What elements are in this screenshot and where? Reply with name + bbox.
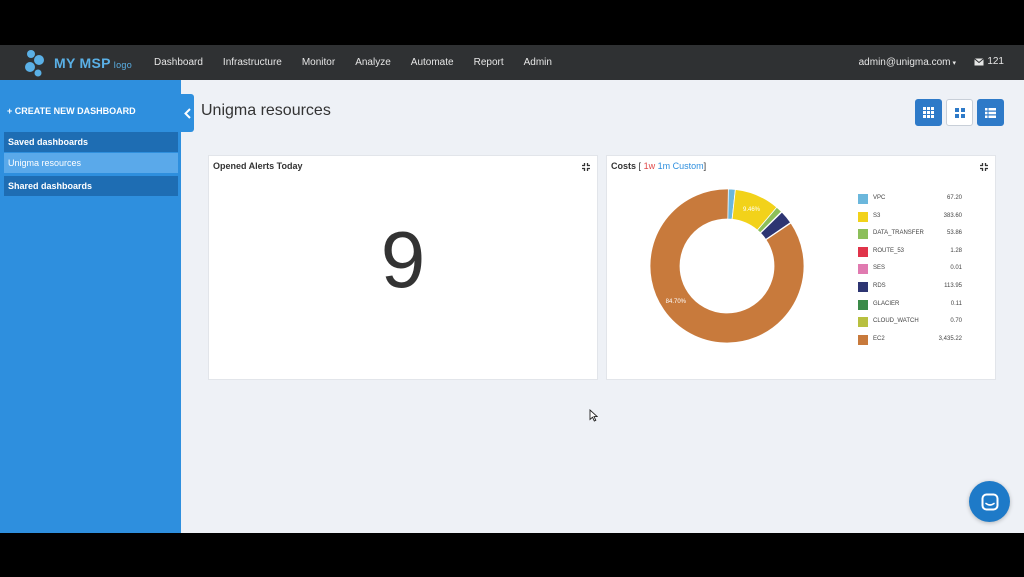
costs-donut-chart: 9.46% 84.70%	[649, 188, 805, 344]
slice-percent-label: 84.70%	[666, 299, 687, 305]
legend-item[interactable]: VPC 67.20	[858, 192, 968, 210]
legend-item[interactable]: RDS 113.95	[858, 280, 968, 298]
range-1m-link[interactable]: 1m	[658, 161, 671, 171]
legend-value: 67.20	[946, 195, 962, 201]
create-dashboard-button[interactable]: + CREATE NEW DASHBOARD	[7, 106, 136, 116]
nav-monitor[interactable]: Monitor	[302, 57, 335, 68]
legend-label: GLACIER	[873, 300, 900, 307]
expand-icon[interactable]	[979, 162, 989, 172]
legend-label: EC2	[873, 335, 885, 342]
main-nav: Dashboard Infrastructure Monitor Analyze…	[154, 45, 572, 80]
top-navbar: MY MSP logo Dashboard Infrastructure Moni…	[0, 45, 1024, 80]
user-email: admin@unigma.com	[858, 57, 951, 68]
legend-swatch	[858, 194, 868, 204]
list-icon	[985, 107, 996, 118]
envelope-icon	[974, 57, 985, 65]
legend-item[interactable]: ROUTE_53 1.28	[858, 245, 968, 263]
user-menu[interactable]: admin@unigma.com ▾	[859, 57, 956, 68]
alerts-count: 9	[380, 215, 426, 304]
nav-report[interactable]: Report	[474, 57, 504, 68]
legend-item[interactable]: GLACIER 0.11	[858, 298, 968, 316]
legend-value: 3,435.22	[938, 335, 962, 342]
sidebar: + CREATE NEW DASHBOARD Saved dashboards …	[0, 80, 181, 533]
legend-swatch	[858, 229, 868, 240]
legend-label: ROUTE_53	[873, 247, 905, 254]
slice-percent-label: 9.46%	[743, 207, 761, 213]
shared-dashboards-header[interactable]: Shared dashboards	[4, 176, 178, 196]
layout-3col-button[interactable]	[915, 99, 942, 126]
range-custom-link[interactable]: Custom	[673, 161, 704, 171]
sidebar-item-unigma-resources[interactable]: Unigma resources	[4, 153, 178, 173]
range-1w-link[interactable]: 1w	[644, 161, 656, 171]
legend-swatch	[858, 334, 868, 345]
legend-value: 53.86	[946, 230, 962, 237]
legend-label: SES	[873, 265, 886, 272]
grid-3x3-icon	[923, 107, 934, 118]
legend-value: 113.95	[944, 282, 962, 289]
expand-icon[interactable]	[581, 162, 591, 172]
logo-icon	[25, 50, 44, 77]
legend-swatch	[858, 281, 868, 292]
messages-button[interactable]: 121	[974, 56, 1004, 67]
alerts-panel-title: Opened Alerts Today	[213, 161, 303, 171]
legend-item[interactable]: CLOUD_WATCH 0.70	[858, 315, 968, 333]
costs-panel: Costs [ 1w 1m Custom] 9.46% 84.70% VPC 67.…	[606, 155, 996, 380]
legend-value: 1.28	[950, 247, 962, 254]
legend-value: 383.60	[943, 212, 962, 219]
legend-value: 0.11	[950, 300, 962, 307]
legend-label: S3	[873, 212, 881, 219]
layout-list-button[interactable]	[977, 99, 1004, 126]
chevron-left-icon	[183, 107, 191, 119]
legend-label: RDS	[873, 282, 886, 289]
legend-item[interactable]: SES 0.01	[858, 262, 968, 280]
layout-2col-button[interactable]	[946, 99, 973, 126]
app-frame: MY MSP logo Dashboard Infrastructure Moni…	[0, 45, 1024, 533]
legend-label: DATA_TRANSFER	[873, 230, 924, 237]
legend-swatch	[858, 264, 868, 275]
chart-legend: VPC 67.20 S3 383.60 DATA_TRANSFER 53.86 ROUTE_…	[858, 192, 968, 350]
costs-panel-title: Costs [ 1w 1m Custom]	[611, 161, 707, 171]
chat-button[interactable]	[969, 481, 1010, 522]
chat-icon	[981, 493, 998, 510]
time-range-selector: [ 1w 1m Custom]	[638, 161, 707, 171]
sidebar-collapse-toggle[interactable]	[180, 94, 194, 132]
legend-swatch	[858, 211, 868, 222]
legend-value: 0.01	[950, 265, 962, 272]
nav-analyze[interactable]: Analyze	[355, 57, 391, 68]
chevron-down-icon: ▾	[952, 60, 956, 67]
legend-label: VPC	[873, 195, 886, 201]
legend-item[interactable]: DATA_TRANSFER 53.86	[858, 227, 968, 245]
nav-automate[interactable]: Automate	[411, 57, 454, 68]
nav-admin[interactable]: Admin	[524, 57, 552, 68]
legend-swatch	[858, 299, 868, 310]
page-title: Unigma resources	[201, 102, 331, 119]
legend-swatch	[858, 246, 868, 257]
legend-swatch	[858, 317, 868, 328]
brand-sub: logo	[113, 60, 132, 70]
nav-infrastructure[interactable]: Infrastructure	[223, 57, 282, 68]
legend-value: 0.70	[950, 318, 962, 325]
legend-item[interactable]: S3 383.60	[858, 210, 968, 228]
legend-item[interactable]: EC2 3,435.22	[858, 333, 968, 351]
nav-dashboard[interactable]: Dashboard	[154, 57, 203, 68]
alerts-panel: Opened Alerts Today 9	[208, 155, 598, 380]
saved-dashboards-header[interactable]: Saved dashboards	[4, 132, 178, 152]
layout-switcher	[915, 99, 1008, 126]
brand-name[interactable]: MY MSP logo	[54, 55, 132, 71]
messages-count: 121	[987, 56, 1004, 67]
mouse-cursor-icon	[589, 409, 598, 422]
grid-2x2-icon	[954, 107, 965, 118]
legend-label: CLOUD_WATCH	[873, 318, 919, 325]
